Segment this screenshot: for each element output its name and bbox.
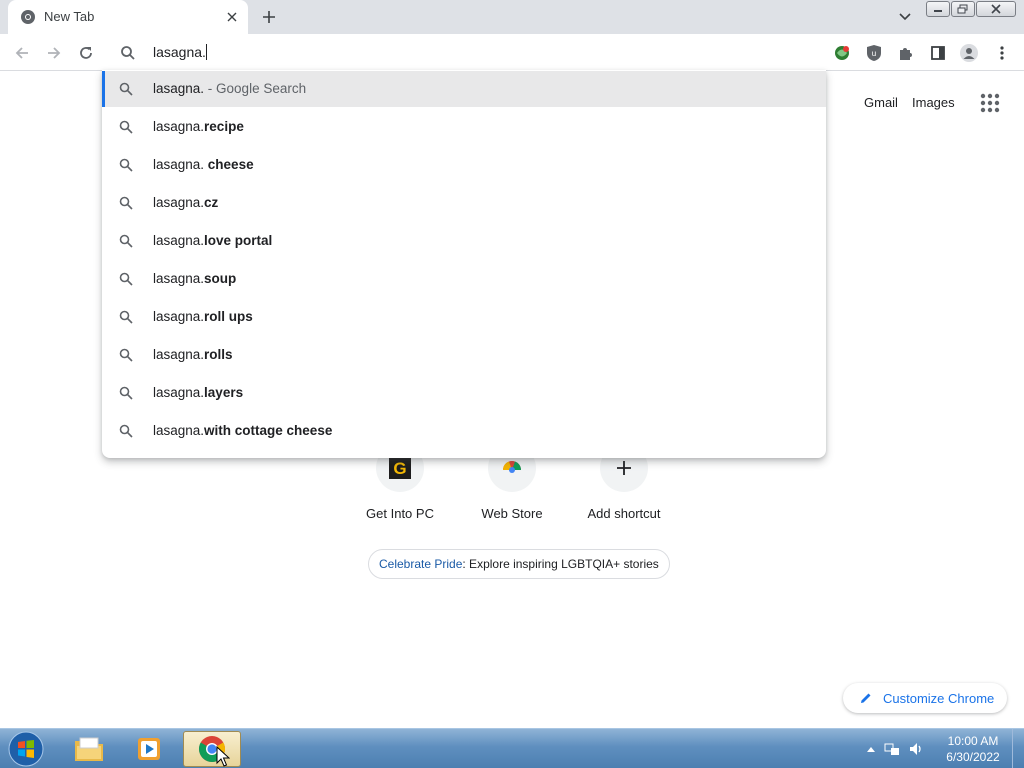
search-icon	[119, 120, 133, 134]
vpn-extension-icon[interactable]	[831, 42, 853, 64]
screen: New Tab lasagna. u Gmail Images G Get In…	[0, 0, 1024, 768]
search-icon	[119, 348, 133, 362]
suggestion-text: lasagna.layers	[153, 385, 244, 400]
chrome-favicon-icon	[21, 10, 35, 24]
taskbar-explorer[interactable]	[60, 731, 118, 767]
new-tab-plus-icon[interactable]	[258, 6, 280, 28]
close-window-icon[interactable]	[976, 1, 1016, 17]
mouse-cursor-icon	[216, 746, 230, 767]
suggestion-item[interactable]: lasagna.rolls	[102, 337, 826, 373]
taskbar-media-player[interactable]	[120, 731, 178, 767]
pride-promo[interactable]: Celebrate Pride: Explore inspiring LGBTQ…	[368, 549, 670, 579]
tab-title: New Tab	[44, 9, 95, 24]
media-player-icon	[138, 738, 160, 760]
windows-logo-icon	[8, 731, 44, 767]
browser-toolbar: lasagna. u	[0, 34, 1024, 71]
pride-promo-link[interactable]: Celebrate Pride	[379, 557, 462, 571]
suggestion-text: lasagna.recipe	[153, 119, 244, 134]
taskbar-chrome[interactable]	[183, 731, 241, 767]
search-icon	[119, 310, 133, 324]
google-apps-grid-icon[interactable]	[979, 92, 1001, 114]
tray-expand-icon[interactable]	[866, 745, 876, 753]
search-icon	[119, 158, 133, 172]
suggestion-text: lasagna.cz	[153, 195, 219, 210]
suggestion-item[interactable]: lasagna.recipe	[102, 109, 826, 145]
shortcut-label: Web Store	[481, 506, 543, 521]
search-icon	[121, 46, 135, 60]
search-icon	[119, 424, 133, 438]
profile-avatar-icon[interactable]	[958, 42, 980, 64]
get-into-pc-icon: G	[389, 457, 411, 479]
volume-icon[interactable]	[908, 741, 924, 757]
address-bar-input[interactable]: lasagna.	[104, 34, 826, 70]
omnibox-suggestions: lasagna. - Google Search lasagna.recipe …	[102, 70, 826, 458]
svg-text:u: u	[872, 49, 876, 58]
search-icon	[119, 386, 133, 400]
windows-start-button[interactable]	[6, 730, 46, 768]
minimize-icon[interactable]	[926, 1, 950, 17]
more-menu-icon[interactable]	[991, 42, 1013, 64]
clock-time: 10:00 AM	[947, 734, 999, 748]
reload-icon[interactable]	[74, 41, 98, 65]
customize-chrome-label: Customize Chrome	[883, 690, 995, 706]
suggestion-item[interactable]: lasagna.soup	[102, 261, 826, 297]
search-icon	[119, 196, 133, 210]
suggestion-item[interactable]: lasagna.roll ups	[102, 299, 826, 335]
show-desktop-button[interactable]	[1012, 729, 1024, 768]
ublock-shield-icon[interactable]: u	[863, 42, 885, 64]
suggestion-item[interactable]: lasagna. - Google Search	[102, 71, 826, 107]
folder-icon	[75, 737, 103, 761]
tab-strip: New Tab	[0, 0, 1024, 34]
suggestion-text: lasagna.soup	[153, 271, 237, 286]
shortcut-label: Add shortcut	[587, 506, 661, 521]
suggestion-text: lasagna. - Google Search	[153, 81, 307, 96]
taskbar: 10:00 AM 6/30/2022	[0, 728, 1024, 768]
suggestion-text: lasagna.rolls	[153, 347, 233, 362]
suggestion-text: lasagna.roll ups	[153, 309, 253, 324]
web-store-icon	[503, 461, 521, 473]
clock-date: 6/30/2022	[946, 750, 1000, 764]
window-controls	[926, 1, 1017, 18]
search-icon	[119, 82, 133, 96]
address-bar-text: lasagna.	[153, 44, 207, 60]
svg-text:G: G	[393, 459, 406, 478]
back-arrow-icon[interactable]	[10, 41, 34, 65]
shortcut-label: Get Into PC	[366, 506, 434, 521]
search-icon	[119, 272, 133, 286]
suggestion-item[interactable]: lasagna.with cottage cheese	[102, 413, 826, 449]
suggestion-text: lasagna.with cottage cheese	[153, 423, 333, 438]
chevron-down-icon[interactable]	[896, 9, 914, 25]
pride-promo-text: : Explore inspiring LGBTQIA+ stories	[462, 557, 659, 571]
gmail-link[interactable]: Gmail	[864, 95, 898, 110]
customize-chrome-button[interactable]: Customize Chrome	[843, 683, 1007, 713]
suggestion-item[interactable]: lasagna.love portal	[102, 223, 826, 259]
suggestion-item[interactable]: lasagna.layers	[102, 375, 826, 411]
suggestion-item[interactable]: lasagna.cz	[102, 185, 826, 221]
close-tab-icon[interactable]	[223, 8, 241, 26]
search-icon	[119, 234, 133, 248]
system-tray	[866, 737, 924, 761]
network-icon[interactable]	[884, 741, 900, 757]
pencil-icon	[861, 693, 871, 703]
suggestion-text: lasagna.love portal	[153, 233, 273, 248]
forward-arrow-icon[interactable]	[42, 41, 66, 65]
suggestion-text: lasagna. cheese	[153, 157, 254, 172]
restore-icon[interactable]	[951, 1, 975, 17]
side-panel-icon[interactable]	[927, 42, 949, 64]
extensions-puzzle-icon[interactable]	[895, 42, 917, 64]
plus-icon	[617, 461, 631, 475]
taskbar-clock[interactable]: 10:00 AM 6/30/2022	[940, 733, 1006, 765]
suggestion-item[interactable]: lasagna. cheese	[102, 147, 826, 183]
tab-new-tab[interactable]: New Tab	[8, 0, 248, 34]
images-link[interactable]: Images	[912, 95, 955, 110]
